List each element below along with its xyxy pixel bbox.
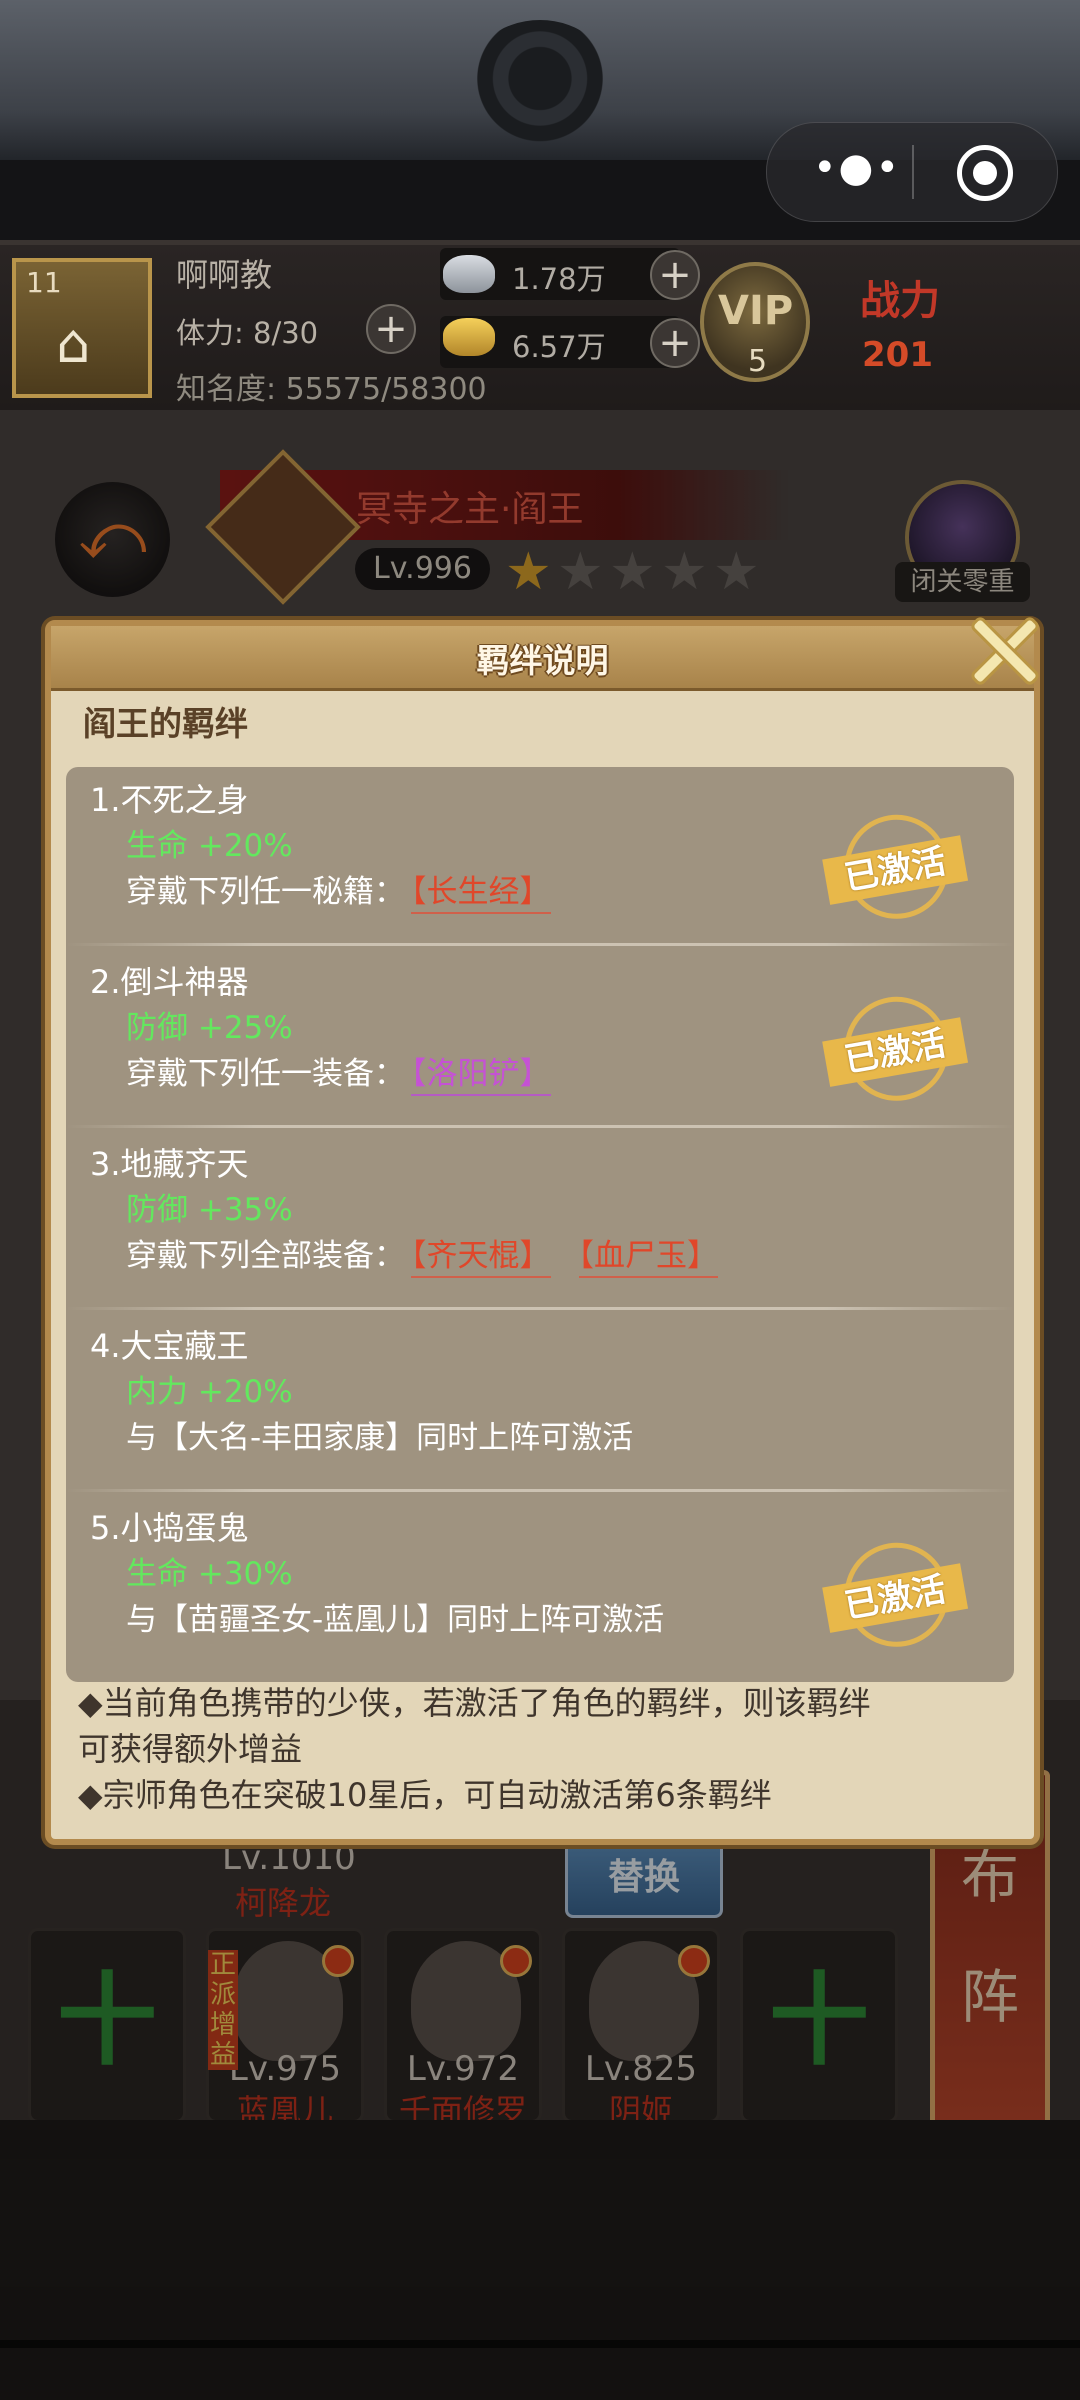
required-item-link[interactable]: 【长生经】	[411, 874, 551, 914]
power-label: 战力	[860, 278, 940, 324]
bond-requirement: 与【大名-丰田家康】同时上阵可激活	[126, 1412, 633, 1457]
player-level: 11	[26, 266, 62, 299]
gold-value: 6.57万	[512, 330, 606, 364]
bond-requirement: 穿戴下列全部装备： 【齐天棍】 【血尸玉】	[126, 1230, 718, 1278]
silver-value: 1.78万	[512, 262, 606, 296]
bond-name: 2.倒斗神器	[90, 963, 249, 1001]
bond-attribute: 内力 +20%	[126, 1374, 293, 1410]
bond-divider	[66, 1307, 1014, 1310]
bond-requirement-text: 穿戴下列全部装备：	[126, 1238, 405, 1274]
bond-name: 4.大宝藏王	[90, 1327, 249, 1365]
bond-heading: 阎王的羁绊	[83, 704, 248, 743]
bond-item: 3.地藏齐天 防御 +35% 穿戴下列全部装备： 【齐天棍】 【血尸玉】	[66, 1131, 1014, 1313]
bond-list: 1.不死之身 生命 +20% 穿戴下列任一秘籍： 【长生经】 已激活 2.倒斗神器 防御 +…	[66, 767, 1014, 1682]
note-line-3: ◆宗师角色在突破10星后，可自动激活第6条羁绊	[78, 1776, 772, 1814]
building-icon: ⌂	[56, 312, 91, 375]
note-line-2: 可获得额外增益	[78, 1730, 303, 1768]
add-stamina-button[interactable]: +	[366, 304, 416, 354]
bond-requirement: 穿戴下列任一装备： 【洛阳铲】	[126, 1048, 551, 1096]
bond-name: 3.地藏齐天	[90, 1145, 249, 1183]
vip-label: VIP	[718, 288, 794, 334]
bond-requirement-text: 穿戴下列任一秘籍：	[126, 874, 405, 910]
bond-item: 5.小捣蛋鬼生命 +30% 与【苗疆圣女-蓝凰儿】同时上阵可激活 已激活	[66, 1495, 1014, 1677]
silver-ingot-icon	[443, 255, 495, 293]
activated-stamp: 已激活	[818, 1534, 973, 1665]
add-silver-button[interactable]: +	[650, 250, 700, 300]
power-value: 201	[862, 335, 933, 375]
bond-attribute: 生命 +20%	[126, 828, 293, 864]
roof-ornament	[465, 20, 615, 150]
fame-value: 知名度: 55575/58300	[176, 372, 487, 407]
bond-item: 2.倒斗神器 防御 +25% 穿戴下列任一装备： 【洛阳铲】 已激活	[66, 949, 1014, 1131]
note-line-1: ◆当前角色携带的少侠，若激活了角色的羁绊，则该羁绊	[78, 1684, 871, 1722]
bond-requirement: 与【苗疆圣女-蓝凰儿】同时上阵可激活	[126, 1594, 664, 1639]
bond-item: 1.不死之身 生命 +20% 穿戴下列任一秘籍： 【长生经】 已激活	[66, 767, 1014, 949]
bond-attribute: 防御 +35%	[126, 1192, 293, 1228]
bond-requirement: 穿戴下列任一秘籍： 【长生经】	[126, 866, 551, 914]
bond-attribute: 防御 +25%	[126, 1010, 293, 1046]
bond-attribute: 生命 +30%	[126, 1556, 293, 1592]
bond-requirement-text: 与【苗疆圣女-蓝凰儿】同时上阵可激活	[126, 1602, 665, 1638]
gold-ingot-icon	[443, 318, 495, 356]
add-gold-button[interactable]: +	[650, 318, 700, 368]
player-avatar[interactable]: 11 ⌂	[12, 258, 152, 398]
bond-name: 5.小捣蛋鬼	[90, 1509, 249, 1547]
bond-requirement-text: 穿戴下列任一装备：	[126, 1056, 405, 1092]
dialog-title: 羁绊说明	[476, 641, 609, 680]
more-icon[interactable]: •●•	[807, 148, 907, 191]
bond-name: 1.不死之身	[90, 781, 249, 819]
bond-divider	[66, 1125, 1014, 1128]
mini-program-capsule: •●•	[766, 122, 1058, 222]
required-item-link[interactable]: 【血尸玉】	[578, 1238, 718, 1278]
capsule-divider	[912, 145, 914, 199]
bond-divider	[66, 1489, 1014, 1492]
activated-stamp: 已激活	[818, 988, 973, 1119]
bond-divider	[66, 943, 1014, 946]
bond-requirement-text: 与【大名-丰田家康】同时上阵可激活	[126, 1420, 634, 1456]
bond-item: 4.大宝藏王内力 +20% 与【大名-丰田家康】同时上阵可激活	[66, 1313, 1014, 1495]
activated-stamp: 已激活	[818, 806, 973, 937]
dialog-header: 羁绊说明	[51, 626, 1034, 691]
required-item-link[interactable]: 【齐天棍】	[411, 1238, 551, 1278]
close-miniprogram-icon[interactable]	[957, 145, 1013, 201]
required-item-link[interactable]: 【洛阳铲】	[411, 1056, 551, 1096]
close-icon[interactable]	[955, 600, 1055, 700]
player-name: 啊啊教	[176, 256, 273, 294]
vip-level: 5	[748, 344, 768, 379]
vip-badge[interactable]: VIP 5	[700, 262, 810, 382]
stamina-value: 体力: 8/30	[176, 316, 319, 350]
